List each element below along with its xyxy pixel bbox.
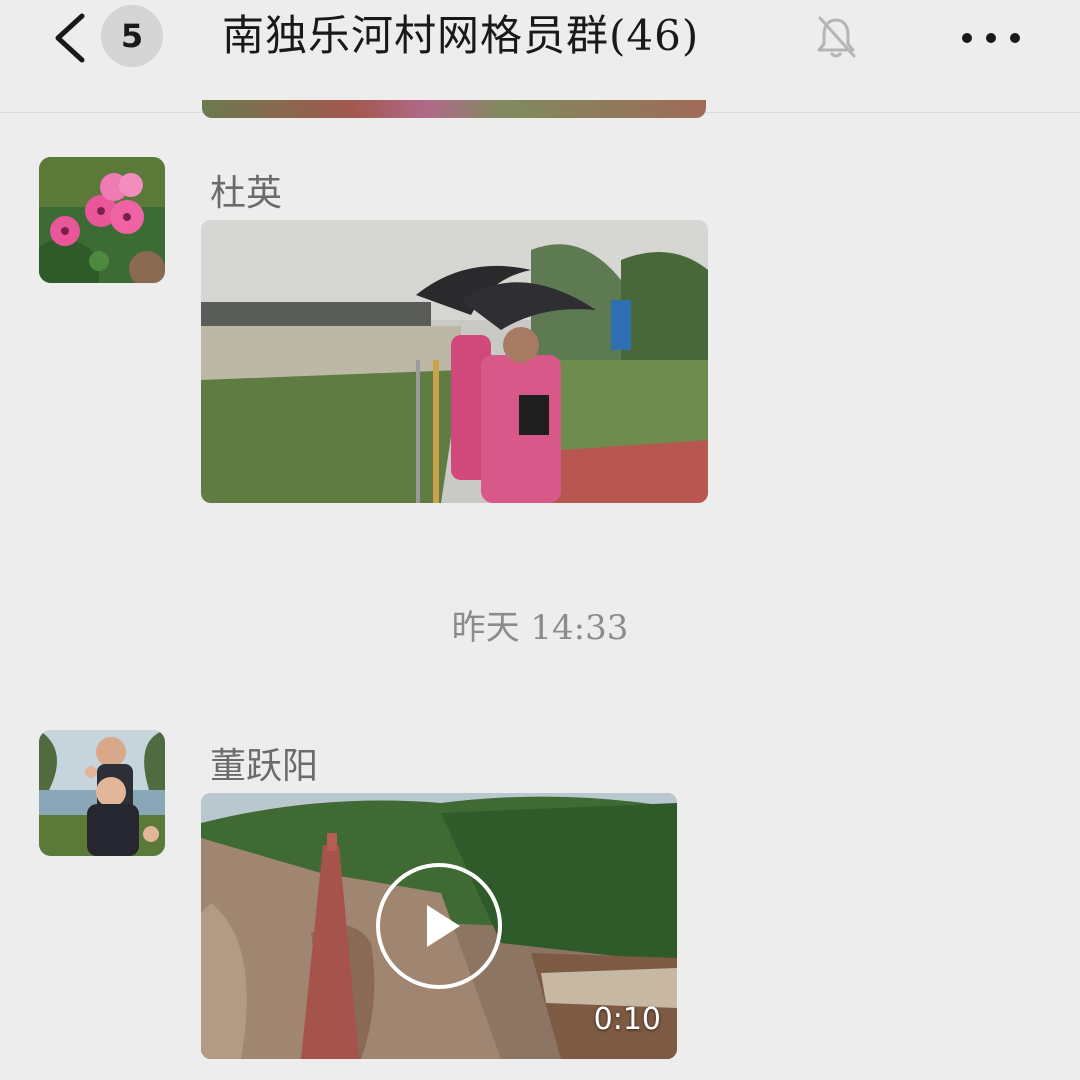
previous-image-message[interactable] <box>202 100 706 118</box>
avatar-dong-yueyang[interactable] <box>39 730 165 856</box>
chat-title: 南独乐河村网格员群(46) <box>222 11 700 60</box>
avatar-du-ying[interactable] <box>39 157 165 283</box>
sender-name: 杜英 <box>210 173 283 214</box>
unread-count-badge[interactable]: 5 <box>101 5 163 67</box>
bell-off-icon <box>817 16 856 58</box>
back-button[interactable] <box>48 12 96 64</box>
sender-name: 董跃阳 <box>210 746 319 787</box>
video-duration: 0:10 <box>593 1002 661 1037</box>
video-message-flood[interactable]: 0:10 <box>201 793 677 1059</box>
message-timestamp: 昨天 14:33 <box>451 608 629 648</box>
image-message-river-patrol[interactable] <box>201 220 708 503</box>
play-icon <box>427 905 460 947</box>
play-button[interactable] <box>376 863 502 989</box>
more-options-button[interactable] <box>958 24 1024 52</box>
chat-header: 5 南独乐河村网格员群(46) <box>0 0 1080 113</box>
